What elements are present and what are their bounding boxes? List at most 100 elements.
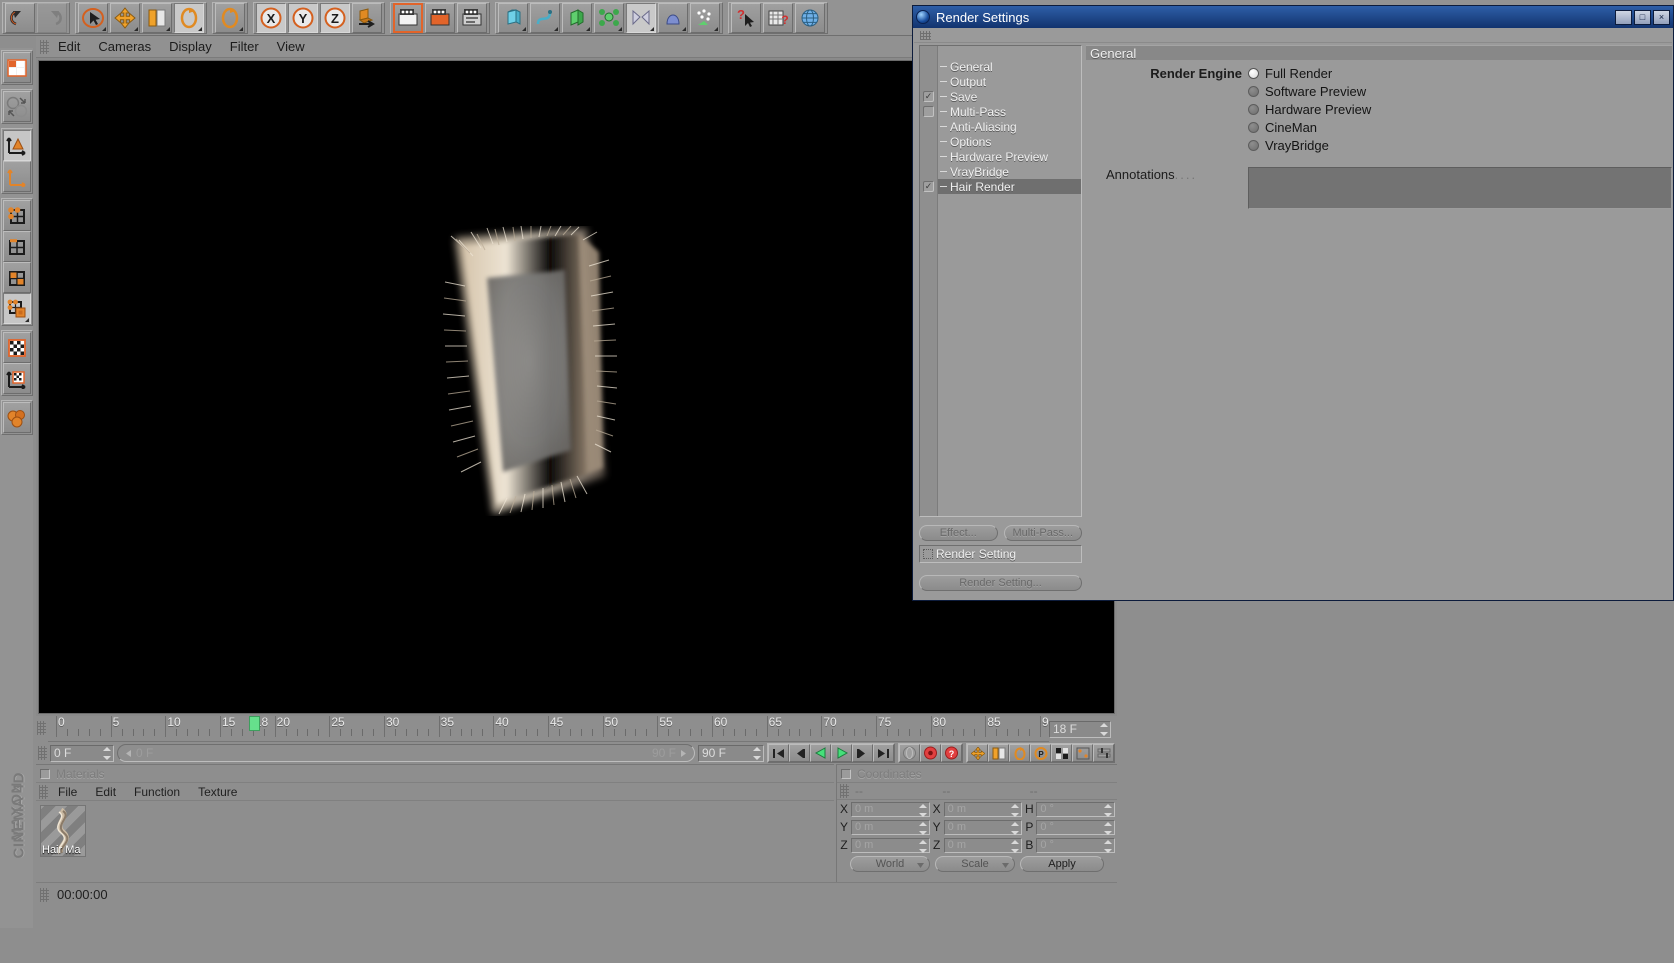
autokey-icon[interactable] bbox=[899, 744, 920, 762]
spline-icon[interactable] bbox=[530, 2, 560, 33]
render-settings-icon[interactable] bbox=[457, 2, 487, 33]
coord-spin-rot-b[interactable] bbox=[1104, 839, 1113, 853]
current-frame-field[interactable]: 0 F bbox=[50, 744, 114, 762]
pla-key-icon[interactable] bbox=[1051, 744, 1072, 762]
render-settings-tree[interactable]: ✓ ✓ General Output Save Multi-Pass Anti-Alias… bbox=[919, 45, 1082, 517]
tree-item-hair-render[interactable]: Hair Render bbox=[938, 179, 1081, 194]
particles-icon[interactable] bbox=[690, 2, 720, 33]
rotation-key-icon[interactable] bbox=[1009, 744, 1030, 762]
world-object-icon[interactable] bbox=[352, 2, 382, 33]
web-icon[interactable] bbox=[795, 2, 825, 33]
preview-range-bar[interactable]: 0 F 90 F bbox=[117, 744, 695, 762]
deformer-icon[interactable] bbox=[626, 2, 656, 33]
coord-spin-pos-z[interactable] bbox=[918, 839, 927, 853]
preview-range-end[interactable]: 90 F bbox=[648, 746, 692, 760]
dialog-toolstrip-grip[interactable] bbox=[920, 31, 931, 40]
rotate-icon[interactable] bbox=[174, 2, 204, 33]
axis-modify-icon[interactable] bbox=[2, 161, 31, 192]
edge-mode-icon[interactable] bbox=[2, 231, 31, 262]
fps-field[interactable]: 18 F bbox=[1049, 720, 1111, 738]
move-icon[interactable] bbox=[110, 2, 140, 33]
param-key-icon[interactable]: P bbox=[1030, 744, 1051, 762]
coord-spin-size-y[interactable] bbox=[1011, 821, 1020, 835]
cube-primitive-icon[interactable] bbox=[498, 2, 528, 33]
coord-spin-pos-y[interactable] bbox=[918, 821, 927, 835]
record-icon[interactable] bbox=[920, 744, 941, 762]
materials-menu-grip[interactable] bbox=[39, 784, 48, 799]
help-cursor-icon[interactable]: ? bbox=[731, 2, 761, 33]
tree-item-output[interactable]: Output bbox=[938, 74, 1081, 89]
effect-button[interactable]: Effect... bbox=[919, 525, 998, 541]
render-engine-option-hardware-preview[interactable]: Hardware Preview bbox=[1248, 102, 1371, 117]
scale-icon[interactable] bbox=[142, 2, 172, 33]
coord-field-pos-x[interactable]: 0 m bbox=[851, 801, 930, 817]
dialog-titlebar[interactable]: Render Settings _ □ × bbox=[913, 6, 1673, 28]
axis-z-icon[interactable]: Z bbox=[320, 2, 350, 33]
menu-cameras[interactable]: Cameras bbox=[89, 37, 160, 56]
tree-item-checkbox[interactable]: ✓ bbox=[923, 91, 934, 102]
object-axis-icon[interactable] bbox=[2, 130, 31, 161]
render-engine-option-full-render[interactable]: Full Render bbox=[1248, 66, 1371, 81]
play-forward-icon[interactable] bbox=[831, 744, 852, 762]
render-engine-option-vraybridge[interactable]: VrayBridge bbox=[1248, 138, 1371, 153]
tree-item-anti-aliasing[interactable]: Anti-Aliasing bbox=[938, 119, 1081, 134]
materials-swatch-area[interactable]: Hair Ma bbox=[36, 801, 834, 881]
apply-button[interactable]: Apply bbox=[1020, 856, 1104, 872]
environment-icon[interactable] bbox=[658, 2, 688, 33]
texture-mode-icon[interactable] bbox=[2, 332, 31, 363]
timeline-playhead[interactable] bbox=[248, 716, 260, 731]
coord-field-rot-b[interactable]: 0 ° bbox=[1036, 837, 1116, 853]
player-grip[interactable] bbox=[38, 746, 47, 760]
annotations-textarea[interactable] bbox=[1248, 167, 1672, 209]
radio-icon[interactable] bbox=[1248, 104, 1259, 115]
render-setting-button[interactable]: Render Setting... bbox=[919, 575, 1082, 591]
level-key-icon[interactable] bbox=[1093, 744, 1114, 762]
tree-item-checkbox[interactable]: ✓ bbox=[923, 181, 934, 192]
coord-field-rot-h[interactable]: 0 ° bbox=[1036, 801, 1116, 817]
point-key-icon[interactable] bbox=[1072, 744, 1093, 762]
coord-field-size-y[interactable]: 0 m bbox=[943, 819, 1023, 835]
minimize-button[interactable]: _ bbox=[1615, 9, 1632, 25]
materials-menu-file[interactable]: File bbox=[50, 784, 85, 800]
live-selection-icon[interactable] bbox=[78, 2, 108, 33]
materials-panel-checkbox[interactable] bbox=[40, 768, 50, 779]
fps-spinner[interactable] bbox=[1100, 722, 1108, 736]
layout-icon[interactable] bbox=[2, 52, 31, 83]
scale-key-icon[interactable] bbox=[988, 744, 1009, 762]
radio-icon[interactable] bbox=[1248, 140, 1259, 151]
texture-axis-icon[interactable] bbox=[2, 363, 31, 394]
tree-item-options[interactable]: Options bbox=[938, 134, 1081, 149]
timeline-ruler[interactable]: 05101518202530354045505560657075808590 bbox=[48, 716, 1049, 742]
polygon-mode-icon[interactable] bbox=[2, 262, 31, 293]
coord-spin-pos-x[interactable] bbox=[918, 803, 927, 817]
go-to-start-icon[interactable] bbox=[768, 744, 789, 762]
coord-spin-size-x[interactable] bbox=[1011, 803, 1020, 817]
redo-icon[interactable] bbox=[37, 2, 67, 33]
render-setting-tree-row[interactable]: Render Setting bbox=[919, 545, 1082, 563]
step-forward-icon[interactable] bbox=[852, 744, 873, 762]
tree-item-general[interactable]: General bbox=[938, 59, 1081, 74]
modeling-icon[interactable] bbox=[594, 2, 624, 33]
coordinates-grip[interactable] bbox=[840, 784, 849, 798]
model-mode-icon[interactable] bbox=[2, 293, 31, 324]
coord-field-size-z[interactable]: 0 m bbox=[943, 837, 1023, 853]
radio-icon[interactable] bbox=[1248, 122, 1259, 133]
menu-display[interactable]: Display bbox=[160, 37, 221, 56]
close-button[interactable]: × bbox=[1653, 9, 1670, 25]
coordinate-system-dropdown[interactable]: World bbox=[850, 856, 930, 872]
current-frame-spinner[interactable] bbox=[103, 746, 111, 760]
maximize-button[interactable]: □ bbox=[1634, 9, 1651, 25]
nurbs-icon[interactable] bbox=[562, 2, 592, 33]
materials-menu-function[interactable]: Function bbox=[126, 784, 188, 800]
status-bar-grip[interactable] bbox=[40, 887, 49, 902]
preview-range-start[interactable]: 0 F bbox=[120, 746, 157, 760]
coord-spin-size-z[interactable] bbox=[1011, 839, 1020, 853]
multipass-button[interactable]: Multi-Pass... bbox=[1003, 525, 1082, 541]
hair-fur-cube-object[interactable] bbox=[437, 225, 618, 516]
play-reverse-icon[interactable] bbox=[810, 744, 831, 762]
coord-field-size-x[interactable]: 0 m bbox=[943, 801, 1023, 817]
tree-item-save[interactable]: Save bbox=[938, 89, 1081, 104]
axis-x-icon[interactable]: X bbox=[256, 2, 286, 33]
step-back-icon[interactable] bbox=[789, 744, 810, 762]
radio-icon[interactable] bbox=[1248, 68, 1259, 79]
